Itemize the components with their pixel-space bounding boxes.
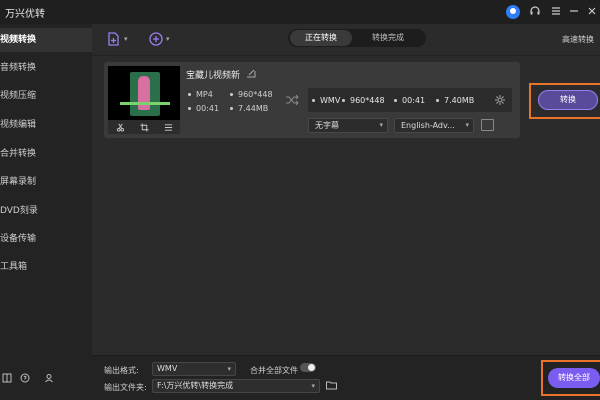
chevron-down-icon: ▾: [379, 121, 383, 129]
crop-icon[interactable]: [139, 122, 149, 132]
sidebar-item-dvd-burn[interactable]: DVD刻录: [0, 199, 92, 223]
output-folder-select[interactable]: F:\万兴优转\转换完成 ▾: [152, 379, 320, 393]
close-icon[interactable]: [585, 4, 599, 18]
subtitle-select-value: 无字幕: [315, 121, 339, 130]
audio-track-value: English-Adv...: [401, 121, 455, 130]
convert-arrow-icon: [285, 94, 299, 106]
gear-icon[interactable]: [494, 94, 506, 106]
tab-converted[interactable]: 转换完成: [356, 30, 420, 46]
convert-button[interactable]: 转换: [538, 90, 598, 110]
main-toolbar: ▾ ▾ 正在转换 转换完成 高速转换: [92, 24, 600, 56]
output-resolution: 960*448: [342, 96, 385, 105]
add-disc-icon: [149, 32, 163, 46]
user-avatar-icon[interactable]: [506, 5, 520, 19]
add-dvd-button[interactable]: ▾: [148, 30, 170, 48]
chevron-down-icon: ▾: [124, 35, 128, 43]
menu-icon[interactable]: [549, 4, 563, 18]
book-icon[interactable]: [2, 373, 14, 385]
merge-all-label: 合并全部文件: [250, 366, 298, 375]
convert-all-button[interactable]: 转换全部: [548, 368, 600, 388]
tab-converting[interactable]: 正在转换: [290, 30, 352, 46]
source-resolution: 960*448: [230, 90, 273, 99]
app-title: 万兴优转: [5, 9, 45, 20]
chevron-down-icon: ▾: [465, 121, 469, 129]
scissors-icon[interactable]: [116, 123, 125, 132]
sidebar-item-label: 屏幕录制: [0, 177, 37, 187]
chevron-down-icon: ▾: [311, 382, 315, 390]
sidebar-item-label: 视频转换: [0, 35, 37, 45]
thumbnail-toolbar: [108, 120, 180, 134]
sidebar-item-video-convert[interactable]: 视频转换: [0, 28, 92, 52]
sidebar: 视频转换 音频转换 视频压缩 视频编辑 合并转换 屏幕录制 DVD刻录 设备传输…: [0, 24, 92, 400]
fast-convert-label[interactable]: 高速转换: [562, 34, 594, 45]
sidebar-item-label: 设备传输: [0, 234, 37, 244]
video-thumbnail[interactable]: [108, 66, 180, 120]
output-format: WMV: [312, 96, 340, 105]
audio-track-select[interactable]: English-Adv... ▾: [394, 118, 474, 133]
sidebar-item-label: 工具箱: [0, 262, 28, 272]
output-format-label: 输出格式:: [104, 366, 139, 375]
sidebar-item-device-transfer[interactable]: 设备传输: [0, 227, 92, 251]
minimize-icon[interactable]: [567, 4, 581, 18]
effects-icon[interactable]: [164, 123, 173, 132]
title-bar: 万兴优转: [0, 0, 600, 24]
sidebar-item-label: 视频压缩: [0, 91, 37, 101]
output-format-select-value: WMV: [157, 364, 178, 373]
output-size: 7.40MB: [436, 96, 474, 105]
sidebar-item-label: 视频编辑: [0, 120, 37, 130]
output-format-select[interactable]: WMV ▾: [152, 362, 236, 376]
sidebar-item-screen-record[interactable]: 屏幕录制: [0, 170, 92, 194]
subtitle-settings-icon[interactable]: [481, 119, 494, 131]
sidebar-item-label: DVD刻录: [0, 206, 38, 216]
sidebar-item-audio-convert[interactable]: 音频转换: [0, 56, 92, 80]
sidebar-item-video-edit[interactable]: 视频编辑: [0, 113, 92, 137]
file-name: 宝藏儿视频新: [186, 71, 241, 81]
chevron-down-icon: ▾: [227, 365, 231, 373]
source-format: MP4: [188, 90, 213, 99]
output-duration: 00:41: [394, 96, 425, 105]
subtitle-select[interactable]: 无字幕 ▾: [308, 118, 388, 133]
sidebar-item-label: 合并转换: [0, 149, 37, 159]
source-duration: 00:41: [188, 104, 219, 113]
merge-all-toggle[interactable]: [300, 363, 316, 372]
sidebar-item-label: 音频转换: [0, 63, 37, 73]
account-icon[interactable]: [44, 373, 56, 385]
add-file-button[interactable]: ▾: [106, 30, 128, 48]
rename-icon[interactable]: [246, 68, 256, 78]
sidebar-item-video-compress[interactable]: 视频压缩: [0, 84, 92, 108]
sidebar-item-merge[interactable]: 合并转换: [0, 142, 92, 166]
sidebar-item-toolbox[interactable]: 工具箱: [0, 255, 92, 279]
convert-tabs: 正在转换 转换完成: [288, 29, 426, 47]
output-folder-value: F:\万兴优转\转换完成: [157, 381, 234, 390]
help-icon[interactable]: [20, 373, 32, 385]
add-file-icon: [108, 32, 119, 46]
folder-icon[interactable]: [326, 380, 337, 390]
output-folder-label: 输出文件夹:: [104, 383, 147, 392]
headset-icon[interactable]: [528, 4, 542, 18]
source-size: 7.44MB: [230, 104, 268, 113]
chevron-down-icon: ▾: [166, 35, 170, 43]
